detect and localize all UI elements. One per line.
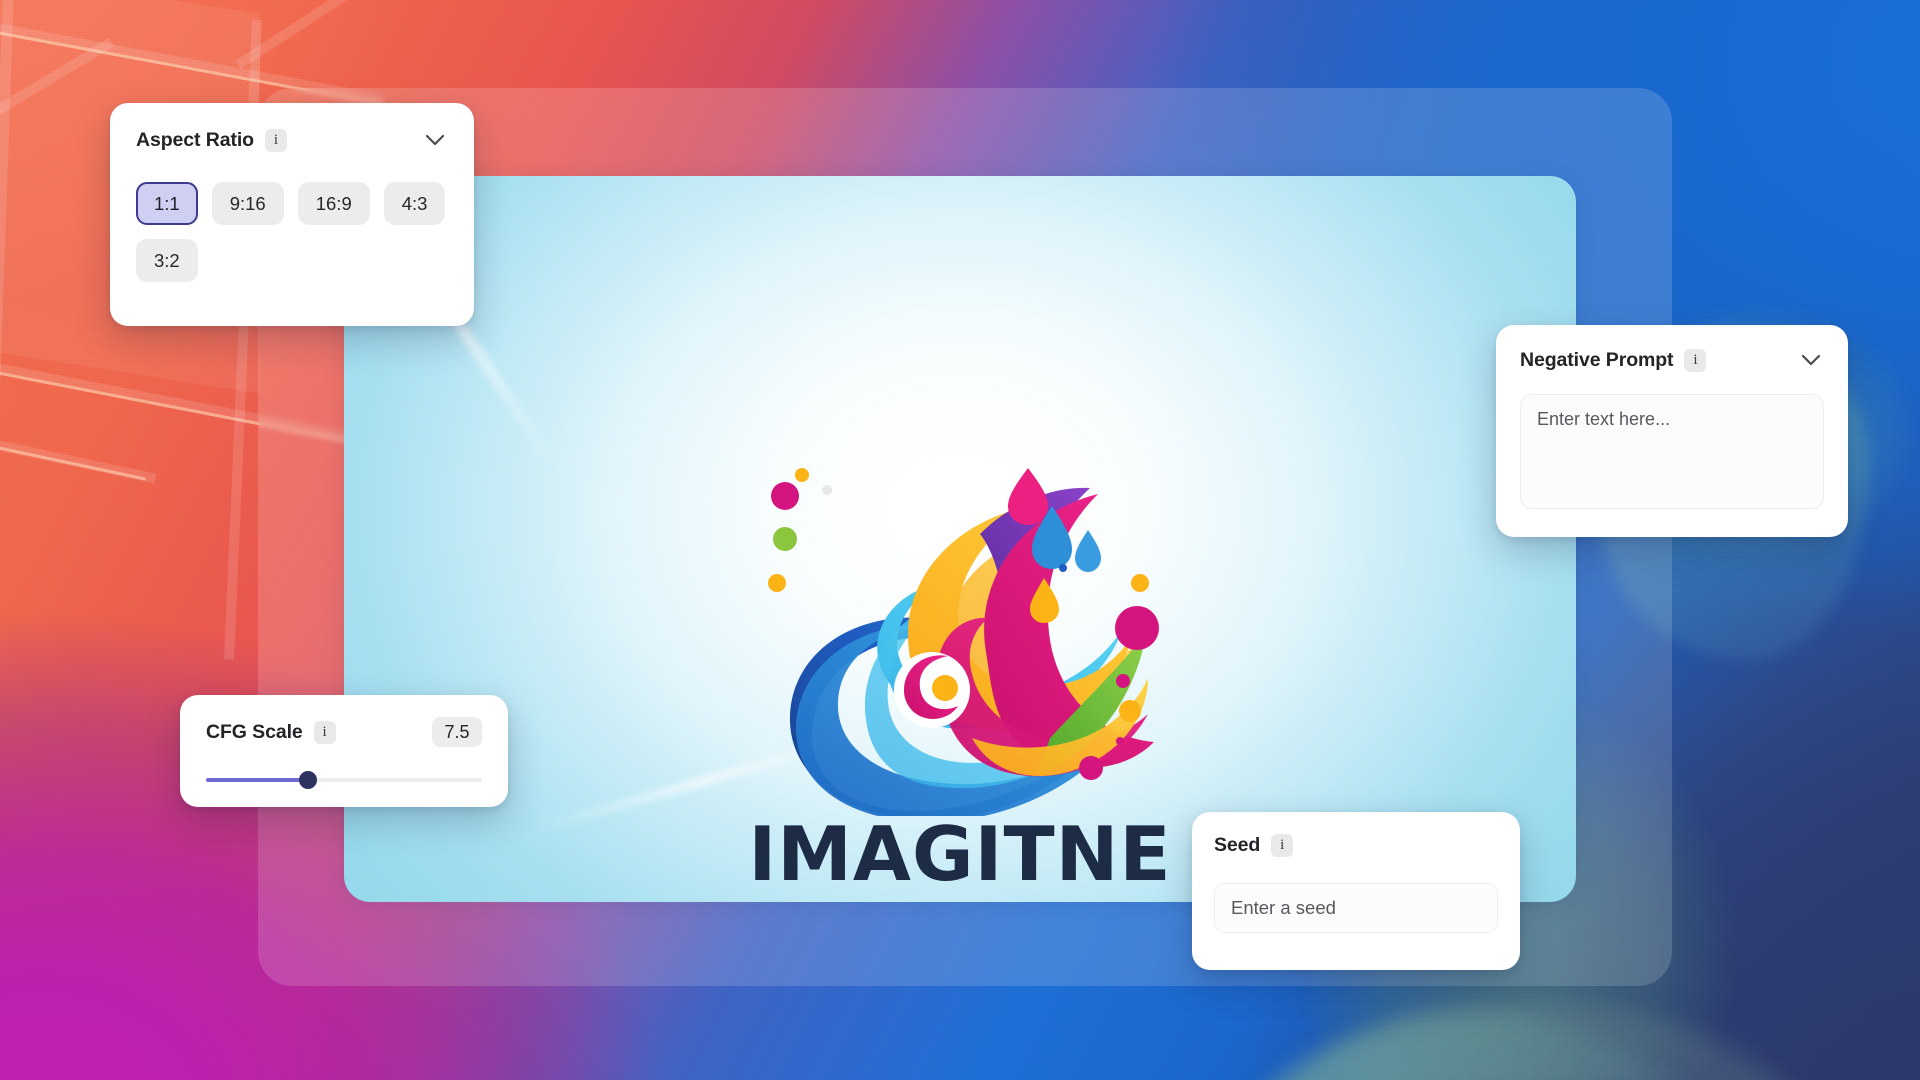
info-icon[interactable]: i	[1684, 348, 1707, 372]
aspect-ratio-option-9-16[interactable]: 9:16	[211, 182, 284, 225]
app-background: IMAGITNE DESAGINE Aspect Ratio i 1:1 9:16…	[0, 0, 1920, 1080]
cfg-scale-title: CFG Scale	[206, 720, 303, 743]
aspect-ratio-options: 1:1 9:16 16:9 4:3 3:2	[136, 182, 448, 282]
negative-prompt-title: Negative Prompt	[1520, 348, 1674, 371]
cfg-scale-panel: CFG Scale i 7.5	[180, 695, 508, 807]
colorful-swirl-splash-logo-icon	[768, 468, 1159, 816]
cfg-scale-value: 7.5	[432, 717, 482, 747]
logo-wordmark: IMAGITNE	[748, 810, 1172, 898]
negative-prompt-input[interactable]: Enter text here...	[1520, 394, 1824, 509]
seed-input[interactable]: Enter a seed	[1214, 883, 1498, 933]
seed-panel: Seed i Enter a seed	[1192, 812, 1520, 970]
logo-tagline: DESAGINE	[700, 901, 1220, 903]
aspect-ratio-option-3-2[interactable]: 3:2	[136, 239, 198, 282]
aspect-ratio-option-1-1[interactable]: 1:1	[136, 182, 198, 225]
slider-fill	[206, 778, 309, 782]
info-icon[interactable]: i	[1271, 834, 1294, 857]
info-icon[interactable]: i	[313, 720, 336, 744]
cfg-scale-header: CFG Scale i 7.5	[206, 717, 482, 747]
slider-thumb[interactable]	[299, 771, 318, 789]
cfg-scale-slider[interactable]	[206, 771, 482, 789]
image-preview-frame[interactable]: IMAGITNE DESAGINE	[344, 176, 1576, 902]
aspect-ratio-panel: Aspect Ratio i 1:1 9:16 16:9 4:3 3:2	[110, 103, 474, 326]
chevron-down-icon[interactable]	[1798, 347, 1824, 373]
seed-title: Seed	[1214, 834, 1261, 856]
generated-logo: IMAGITNE DESAGINE	[700, 438, 1220, 902]
info-icon[interactable]: i	[265, 128, 287, 152]
aspect-ratio-option-4-3[interactable]: 4:3	[383, 182, 446, 225]
aspect-ratio-title: Aspect Ratio	[136, 128, 254, 151]
negative-prompt-header: Negative Prompt i	[1520, 347, 1824, 373]
seed-header: Seed i	[1214, 834, 1498, 857]
aspect-ratio-option-16-9[interactable]: 16:9	[297, 182, 370, 225]
chevron-down-icon[interactable]	[422, 127, 448, 153]
aspect-ratio-header: Aspect Ratio i	[136, 127, 448, 153]
negative-prompt-panel: Negative Prompt i Enter text here...	[1496, 325, 1848, 537]
